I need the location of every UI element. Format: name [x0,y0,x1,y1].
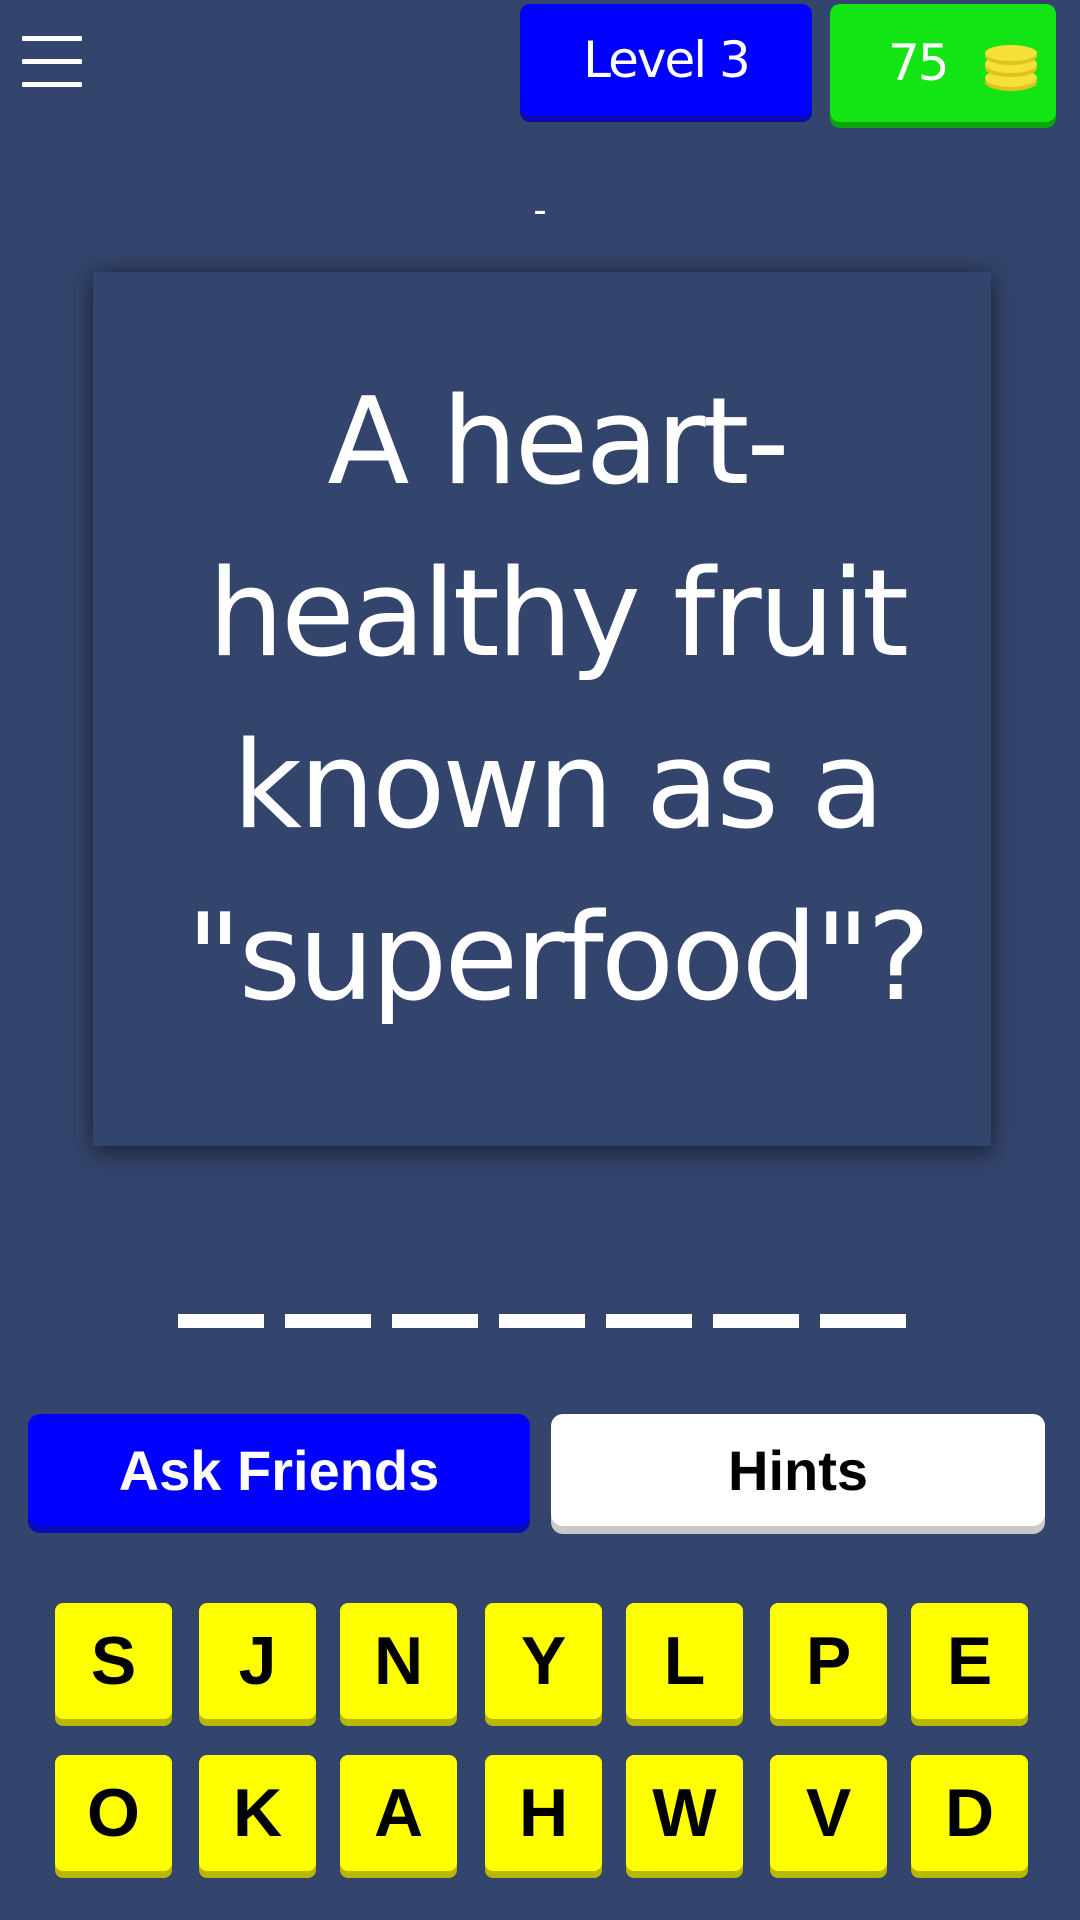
letter-key[interactable]: K [199,1755,316,1871]
answer-slot[interactable] [499,1314,585,1328]
letter-key[interactable]: V [770,1755,887,1871]
question-card: A heart-healthy fruit known as a "superf… [93,272,991,1146]
question-text: A heart-healthy fruit known as a "superf… [186,373,930,1028]
progress-indicator: - [533,188,547,232]
answer-slot[interactable] [606,1314,692,1328]
answer-slot[interactable] [820,1314,906,1328]
letter-key[interactable]: P [770,1603,887,1719]
hamburger-menu-icon-bar [22,59,82,64]
letter-key[interactable]: H [485,1755,602,1871]
letter-key[interactable]: O [55,1755,172,1871]
level-badge: Level 3 [520,4,812,116]
letter-key[interactable]: J [199,1603,316,1719]
coins-badge[interactable]: 75 [830,4,1056,122]
letter-key[interactable]: D [911,1755,1028,1871]
letter-key[interactable]: N [340,1603,457,1719]
answer-slot[interactable] [178,1314,264,1328]
letter-key[interactable]: W [626,1755,743,1871]
coin-stack-icon [985,45,1037,91]
answer-slot[interactable] [285,1314,371,1328]
letter-key[interactable]: L [626,1603,743,1719]
letter-key[interactable]: E [911,1603,1028,1719]
answer-slot[interactable] [392,1314,478,1328]
coin-count: 75 [888,34,950,92]
letter-key[interactable]: A [340,1755,457,1871]
hints-button[interactable]: Hints [551,1414,1045,1526]
letter-key[interactable]: S [55,1603,172,1719]
hamburger-menu-icon [22,36,82,41]
menu-button[interactable] [22,36,84,88]
answer-slot[interactable] [713,1314,799,1328]
letter-key[interactable]: Y [485,1603,602,1719]
answer-slots [178,1314,918,1328]
level-label: Level 3 [583,31,751,89]
ask-friends-button[interactable]: Ask Friends [28,1414,530,1526]
hamburger-menu-icon-bar [22,82,82,87]
